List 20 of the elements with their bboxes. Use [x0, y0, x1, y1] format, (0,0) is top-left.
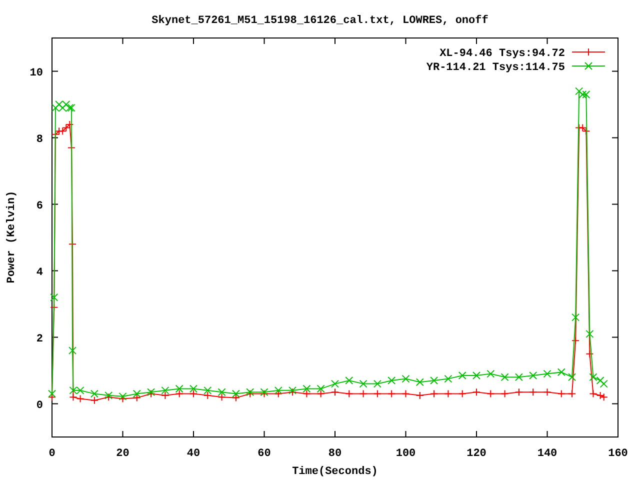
tick-label: 40 [186, 448, 200, 460]
tick-label: 80 [328, 448, 342, 460]
tick-label: 0 [48, 448, 56, 460]
tick-label: 4 [36, 266, 43, 279]
chart-title: Skynet_57261_M51_15198_16126_cal.txt, LOWRES, onoff [152, 15, 488, 27]
tick-label: 60 [258, 448, 271, 460]
tick-label: 2 [36, 333, 43, 346]
tick-label: 0 [36, 400, 43, 412]
tick-label: 8 [36, 134, 43, 146]
legend-label: XL-94.46 Tsys:94.72 [440, 48, 565, 60]
tick-label: 140 [537, 448, 558, 460]
tick-label: 10 [30, 67, 43, 80]
axis-title: Power (Kelvin) [6, 190, 18, 284]
tick-label: 160 [608, 448, 628, 460]
axis-title: Time(Seconds) [292, 466, 378, 478]
tick-label: 100 [396, 448, 416, 460]
legend-label: YR-114.21 Tsys:114.75 [426, 62, 565, 74]
tick-label: 120 [466, 448, 486, 460]
tick-label: 20 [116, 448, 130, 460]
tick-label: 6 [36, 200, 43, 212]
